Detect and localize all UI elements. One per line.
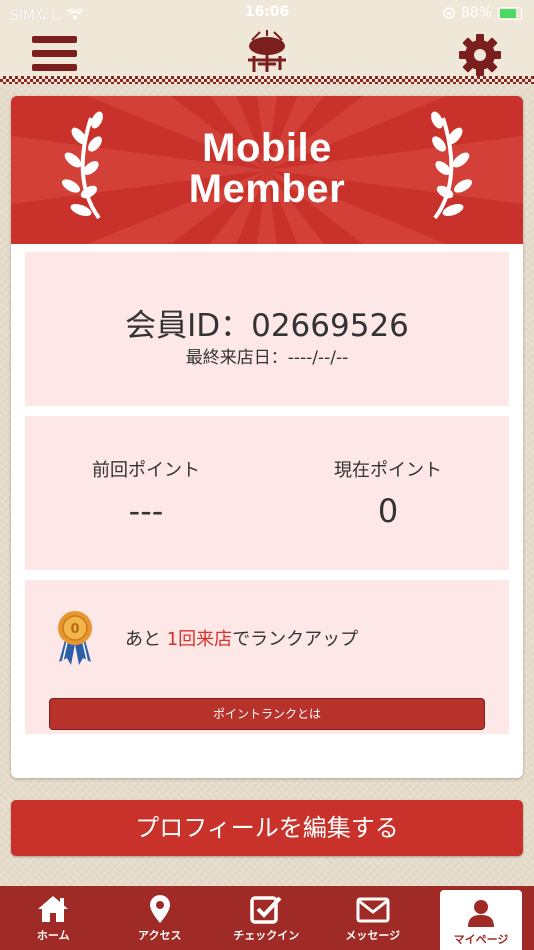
battery-icon <box>498 6 522 20</box>
user-icon <box>468 900 494 927</box>
home-icon <box>38 896 69 922</box>
prev-points-label: 前回ポイント <box>92 460 200 481</box>
settings-button[interactable] <box>458 33 502 77</box>
tab-checkin[interactable]: チェックイン <box>213 886 320 950</box>
tab-access[interactable]: アクセス <box>107 886 214 950</box>
tab-home[interactable]: ホーム <box>0 886 107 950</box>
battery-percent: 88% <box>460 5 492 21</box>
rank-up-message: あと 1回来店でランクアップ <box>125 629 359 650</box>
medal-icon: 0 <box>58 611 92 665</box>
current-points-label: 現在ポイント <box>334 460 442 481</box>
tab-bar: ホーム アクセス チェックイン メッセージ マイページ <box>0 886 534 950</box>
member-id: 会員ID：02669526 <box>125 308 409 344</box>
header-checker-border <box>0 76 534 84</box>
envelope-icon <box>356 897 390 923</box>
tab-message[interactable]: メッセージ <box>320 886 427 950</box>
hamburger-icon <box>32 36 77 43</box>
tab-mypage[interactable]: マイページ <box>440 890 522 950</box>
member-id-panel: 会員ID：02669526 最終来店日：----/--/-- <box>25 252 509 406</box>
banner-title: Mobile Member <box>188 126 346 211</box>
points-panel: 前回ポイント --- 現在ポイント 0 <box>25 416 509 570</box>
status-bar: SIMなし 16:06 88% <box>0 0 534 26</box>
menu-button[interactable] <box>32 36 77 72</box>
current-points-value: 0 <box>377 492 399 530</box>
prev-points-value: --- <box>128 492 164 530</box>
member-card: Mobile Member 会員ID：02669526 最終来店日：----/-… <box>11 96 523 778</box>
gear-icon <box>459 34 501 76</box>
location-pin-icon <box>149 895 170 923</box>
medal-number: 0 <box>70 622 79 637</box>
checkbox-icon <box>250 896 282 924</box>
point-rank-info-button[interactable]: ポイントランクとは <box>49 698 485 730</box>
lock-rotation-icon <box>443 7 455 19</box>
brand-logo-icon <box>248 30 286 72</box>
rank-panel: 0 あと 1回来店でランクアップ ポイントランクとは <box>25 580 509 734</box>
member-banner: Mobile Member <box>11 96 523 244</box>
edit-profile-button[interactable]: プロフィールを編集する <box>11 800 523 856</box>
last-visit-date: 最終来店日：----/--/-- <box>185 348 349 368</box>
